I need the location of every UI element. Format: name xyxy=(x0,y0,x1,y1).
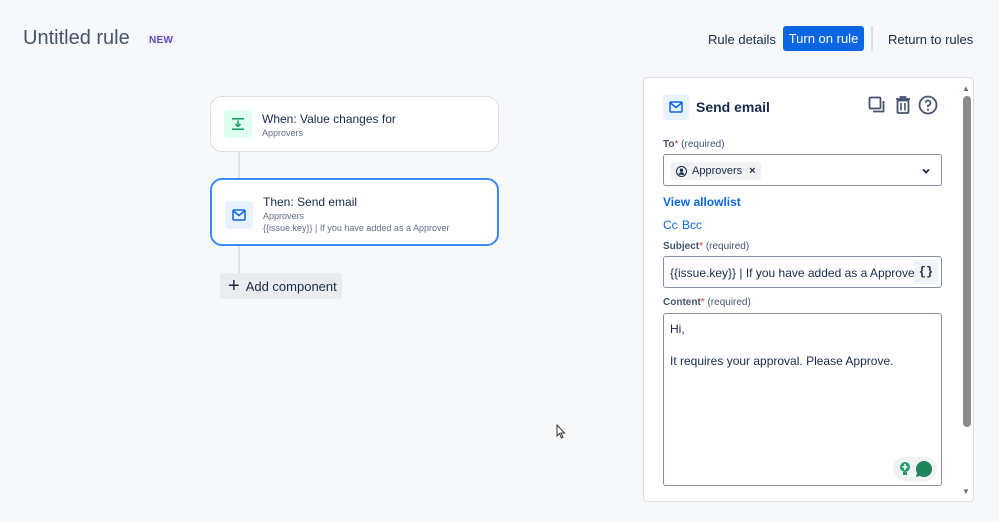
scrollbar-thumb[interactable] xyxy=(963,96,971,427)
cc-link[interactable]: Cc xyxy=(663,218,678,232)
new-badge: NEW xyxy=(146,34,177,47)
to-label: To* (required) xyxy=(663,139,725,150)
trigger-subtitle: Approvers xyxy=(262,128,304,138)
user-icon xyxy=(676,165,687,177)
rule-details-button[interactable]: Rule details xyxy=(699,27,785,52)
help-icon[interactable] xyxy=(917,94,939,116)
view-allowlist-link[interactable]: View allowlist xyxy=(663,195,741,209)
delete-icon[interactable] xyxy=(892,94,914,116)
connector-line xyxy=(238,152,240,178)
subject-label: Subject* (required) xyxy=(663,241,750,252)
recipient-chip[interactable]: Approvers × xyxy=(671,162,761,180)
scroll-up-icon[interactable]: ▲ xyxy=(962,84,970,93)
action-detail: {{issue.key}} | If you have added as a A… xyxy=(263,223,450,233)
lightbulb-icon xyxy=(899,462,910,475)
page-title[interactable]: Untitled rule xyxy=(23,27,130,50)
subject-input[interactable]: {{issue.key}} | If you have added as a A… xyxy=(663,256,942,288)
action-title: Then: Send email xyxy=(263,195,358,209)
assistant-widget[interactable] xyxy=(893,457,937,481)
plus-icon: + xyxy=(228,275,240,297)
add-component-button[interactable]: + Add component xyxy=(220,273,342,299)
config-panel: Send email To* (required) Approvers × Vi… xyxy=(643,77,974,502)
header-divider xyxy=(871,26,873,51)
email-icon xyxy=(663,94,689,120)
chip-remove-icon[interactable]: × xyxy=(749,165,755,177)
return-to-rules-button[interactable]: Return to rules xyxy=(879,27,982,52)
panel-title: Send email xyxy=(696,99,770,115)
email-icon xyxy=(225,201,253,229)
trigger-title: When: Value changes for xyxy=(262,112,396,126)
content-label: Content* (required) xyxy=(663,297,751,308)
to-select[interactable]: Approvers × xyxy=(663,154,942,186)
chat-icon xyxy=(915,461,932,478)
content-line: Hi, xyxy=(670,322,685,336)
chevron-down-icon[interactable] xyxy=(920,164,932,182)
trigger-node[interactable]: When: Value changes for Approvers xyxy=(210,96,499,152)
smart-values-button[interactable]: {} xyxy=(914,260,938,284)
content-line: It requires your approval. Please Approv… xyxy=(670,354,894,368)
turn-on-rule-button[interactable]: Turn on rule xyxy=(783,26,864,51)
connector-line xyxy=(238,246,240,273)
content-textarea[interactable]: Hi, It requires your approval. Please Ap… xyxy=(663,313,942,486)
duplicate-icon[interactable] xyxy=(866,94,888,116)
bcc-link[interactable]: Bcc xyxy=(682,218,702,232)
action-subtitle: Approvers xyxy=(263,211,305,221)
mouse-cursor-icon xyxy=(556,423,566,444)
scroll-down-icon[interactable]: ▼ xyxy=(962,487,970,496)
subject-value: {{issue.key}} | If you have added as a A… xyxy=(670,266,919,280)
header: Untitled rule NEW Rule details Turn on r… xyxy=(0,0,999,80)
action-node[interactable]: Then: Send email Approvers {{issue.key}}… xyxy=(210,178,499,246)
recipient-chip-label: Approvers xyxy=(692,165,743,177)
add-component-label: Add component xyxy=(245,278,337,294)
value-changes-icon xyxy=(224,110,252,138)
